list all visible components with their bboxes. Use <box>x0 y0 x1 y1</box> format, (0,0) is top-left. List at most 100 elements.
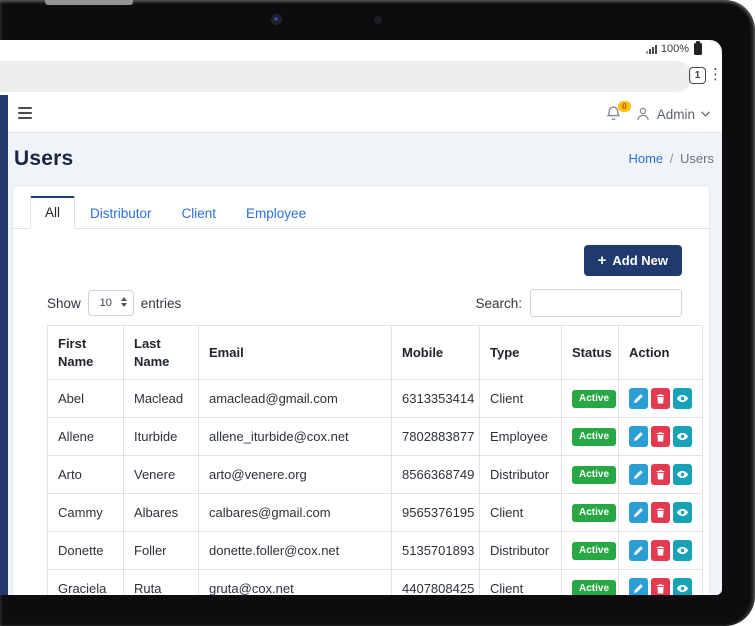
pencil-icon <box>633 393 644 404</box>
page-size-select[interactable]: 10 <box>88 290 134 316</box>
edit-button[interactable] <box>629 464 648 485</box>
delete-button[interactable] <box>651 464 670 485</box>
col-first-name: First Name <box>48 326 124 380</box>
tab-distributor[interactable]: Distributor <box>75 198 167 229</box>
tab-bar: All Distributor Client Employee <box>13 186 709 229</box>
delete-button[interactable] <box>651 388 670 409</box>
cell-action <box>619 532 703 570</box>
show-label: Show <box>47 296 81 311</box>
cell-email: amaclead@gmail.com <box>199 380 392 418</box>
users-card: All Distributor Client Employee + Add Ne… <box>12 185 710 595</box>
cell-mobile: 7802883877 <box>392 418 480 456</box>
status-badge: Active <box>572 580 616 595</box>
cell-type: Employee <box>480 418 562 456</box>
status-badge: Active <box>572 390 616 408</box>
cell-first-name: Donette <box>48 532 124 570</box>
page-size-value: 10 <box>100 297 112 309</box>
page-content: Users Home / Users All Distributor Clien… <box>8 133 722 595</box>
cell-last-name: Albares <box>124 494 199 532</box>
cell-status: Active <box>562 570 619 595</box>
eye-icon-button[interactable] <box>673 540 692 561</box>
status-badge: Active <box>572 428 616 446</box>
cell-last-name: Iturbide <box>124 418 199 456</box>
cell-status: Active <box>562 418 619 456</box>
select-arrows-icon <box>121 297 127 307</box>
signal-strength-icon <box>646 45 657 54</box>
sidebar-collapsed-strip[interactable] <box>0 95 8 595</box>
edit-button[interactable] <box>629 388 648 409</box>
cell-first-name: Graciela <box>48 570 124 595</box>
tab-counter-button[interactable]: 1 <box>689 67 706 84</box>
cell-status: Active <box>562 532 619 570</box>
app-navbar: 0 Admin <box>0 95 722 133</box>
cell-mobile: 6313353414 <box>392 380 480 418</box>
edit-button[interactable] <box>629 426 648 447</box>
search-input[interactable] <box>530 289 682 317</box>
add-new-button[interactable]: + Add New <box>584 245 682 276</box>
cell-mobile: 5135701893 <box>392 532 480 570</box>
eye-icon <box>676 468 689 481</box>
tab-employee[interactable]: Employee <box>231 198 321 229</box>
cell-email: donette.foller@cox.net <box>199 532 392 570</box>
cell-last-name: Venere <box>124 456 199 494</box>
delete-button[interactable] <box>651 578 670 595</box>
trash-icon <box>655 507 666 519</box>
table-row: Allene Iturbide allene_iturbide@cox.net … <box>48 418 703 456</box>
user-icon <box>635 106 651 122</box>
eye-icon-button[interactable] <box>673 578 692 595</box>
search-label: Search: <box>475 296 522 311</box>
edit-button[interactable] <box>629 540 648 561</box>
cell-last-name: Foller <box>124 532 199 570</box>
breadcrumb-home-link[interactable]: Home <box>628 151 663 166</box>
tablet-screen: 100% 1 ⋮ 0 <box>0 40 722 595</box>
table-row: Graciela Ruta gruta@cox.net 4407808425 C… <box>48 570 703 595</box>
cell-email: allene_iturbide@cox.net <box>199 418 392 456</box>
cell-email: calbares@gmail.com <box>199 494 392 532</box>
cell-first-name: Abel <box>48 380 124 418</box>
cell-last-name: Ruta <box>124 570 199 595</box>
cell-action <box>619 380 703 418</box>
table-header-row: First Name Last Name Email Mobile Type S… <box>48 326 703 380</box>
edit-button[interactable] <box>629 578 648 595</box>
edit-button[interactable] <box>629 502 648 523</box>
status-badge: Active <box>572 466 616 484</box>
battery-icon <box>694 43 702 55</box>
table-body: Abel Maclead amaclead@gmail.com 63133534… <box>48 380 703 595</box>
cell-status: Active <box>562 380 619 418</box>
eye-icon-button[interactable] <box>673 502 692 523</box>
tab-client[interactable]: Client <box>167 198 232 229</box>
screenshot-stage: 100% 1 ⋮ 0 <box>0 0 755 626</box>
admin-menu-button[interactable]: Admin <box>635 106 710 122</box>
cell-type: Distributor <box>480 532 562 570</box>
cell-action <box>619 418 703 456</box>
cell-status: Active <box>562 494 619 532</box>
plus-icon: + <box>598 253 607 268</box>
eye-icon <box>676 582 689 595</box>
cell-type: Client <box>480 570 562 595</box>
col-type: Type <box>480 326 562 380</box>
pencil-icon <box>633 431 644 442</box>
eye-icon-button[interactable] <box>673 426 692 447</box>
delete-button[interactable] <box>651 540 670 561</box>
table-row: Abel Maclead amaclead@gmail.com 63133534… <box>48 380 703 418</box>
delete-button[interactable] <box>651 426 670 447</box>
cell-mobile: 8566368749 <box>392 456 480 494</box>
eye-icon <box>676 544 689 557</box>
entries-label: entries <box>141 296 182 311</box>
delete-button[interactable] <box>651 502 670 523</box>
menu-toggle-icon[interactable] <box>18 107 32 119</box>
front-camera-icon <box>271 14 282 25</box>
tab-all[interactable]: All <box>30 196 75 229</box>
browser-menu-icon[interactable]: ⋮ <box>708 64 720 86</box>
notifications-button[interactable]: 0 <box>605 105 623 123</box>
cell-first-name: Allene <box>48 418 124 456</box>
cell-email: arto@venere.org <box>199 456 392 494</box>
url-bar[interactable] <box>0 61 692 92</box>
col-mobile: Mobile <box>392 326 480 380</box>
notification-count-badge: 0 <box>618 101 631 112</box>
eye-icon-button[interactable] <box>673 464 692 485</box>
eye-icon <box>676 506 689 519</box>
page-title: Users <box>14 147 73 171</box>
eye-icon-button[interactable] <box>673 388 692 409</box>
cell-status: Active <box>562 456 619 494</box>
